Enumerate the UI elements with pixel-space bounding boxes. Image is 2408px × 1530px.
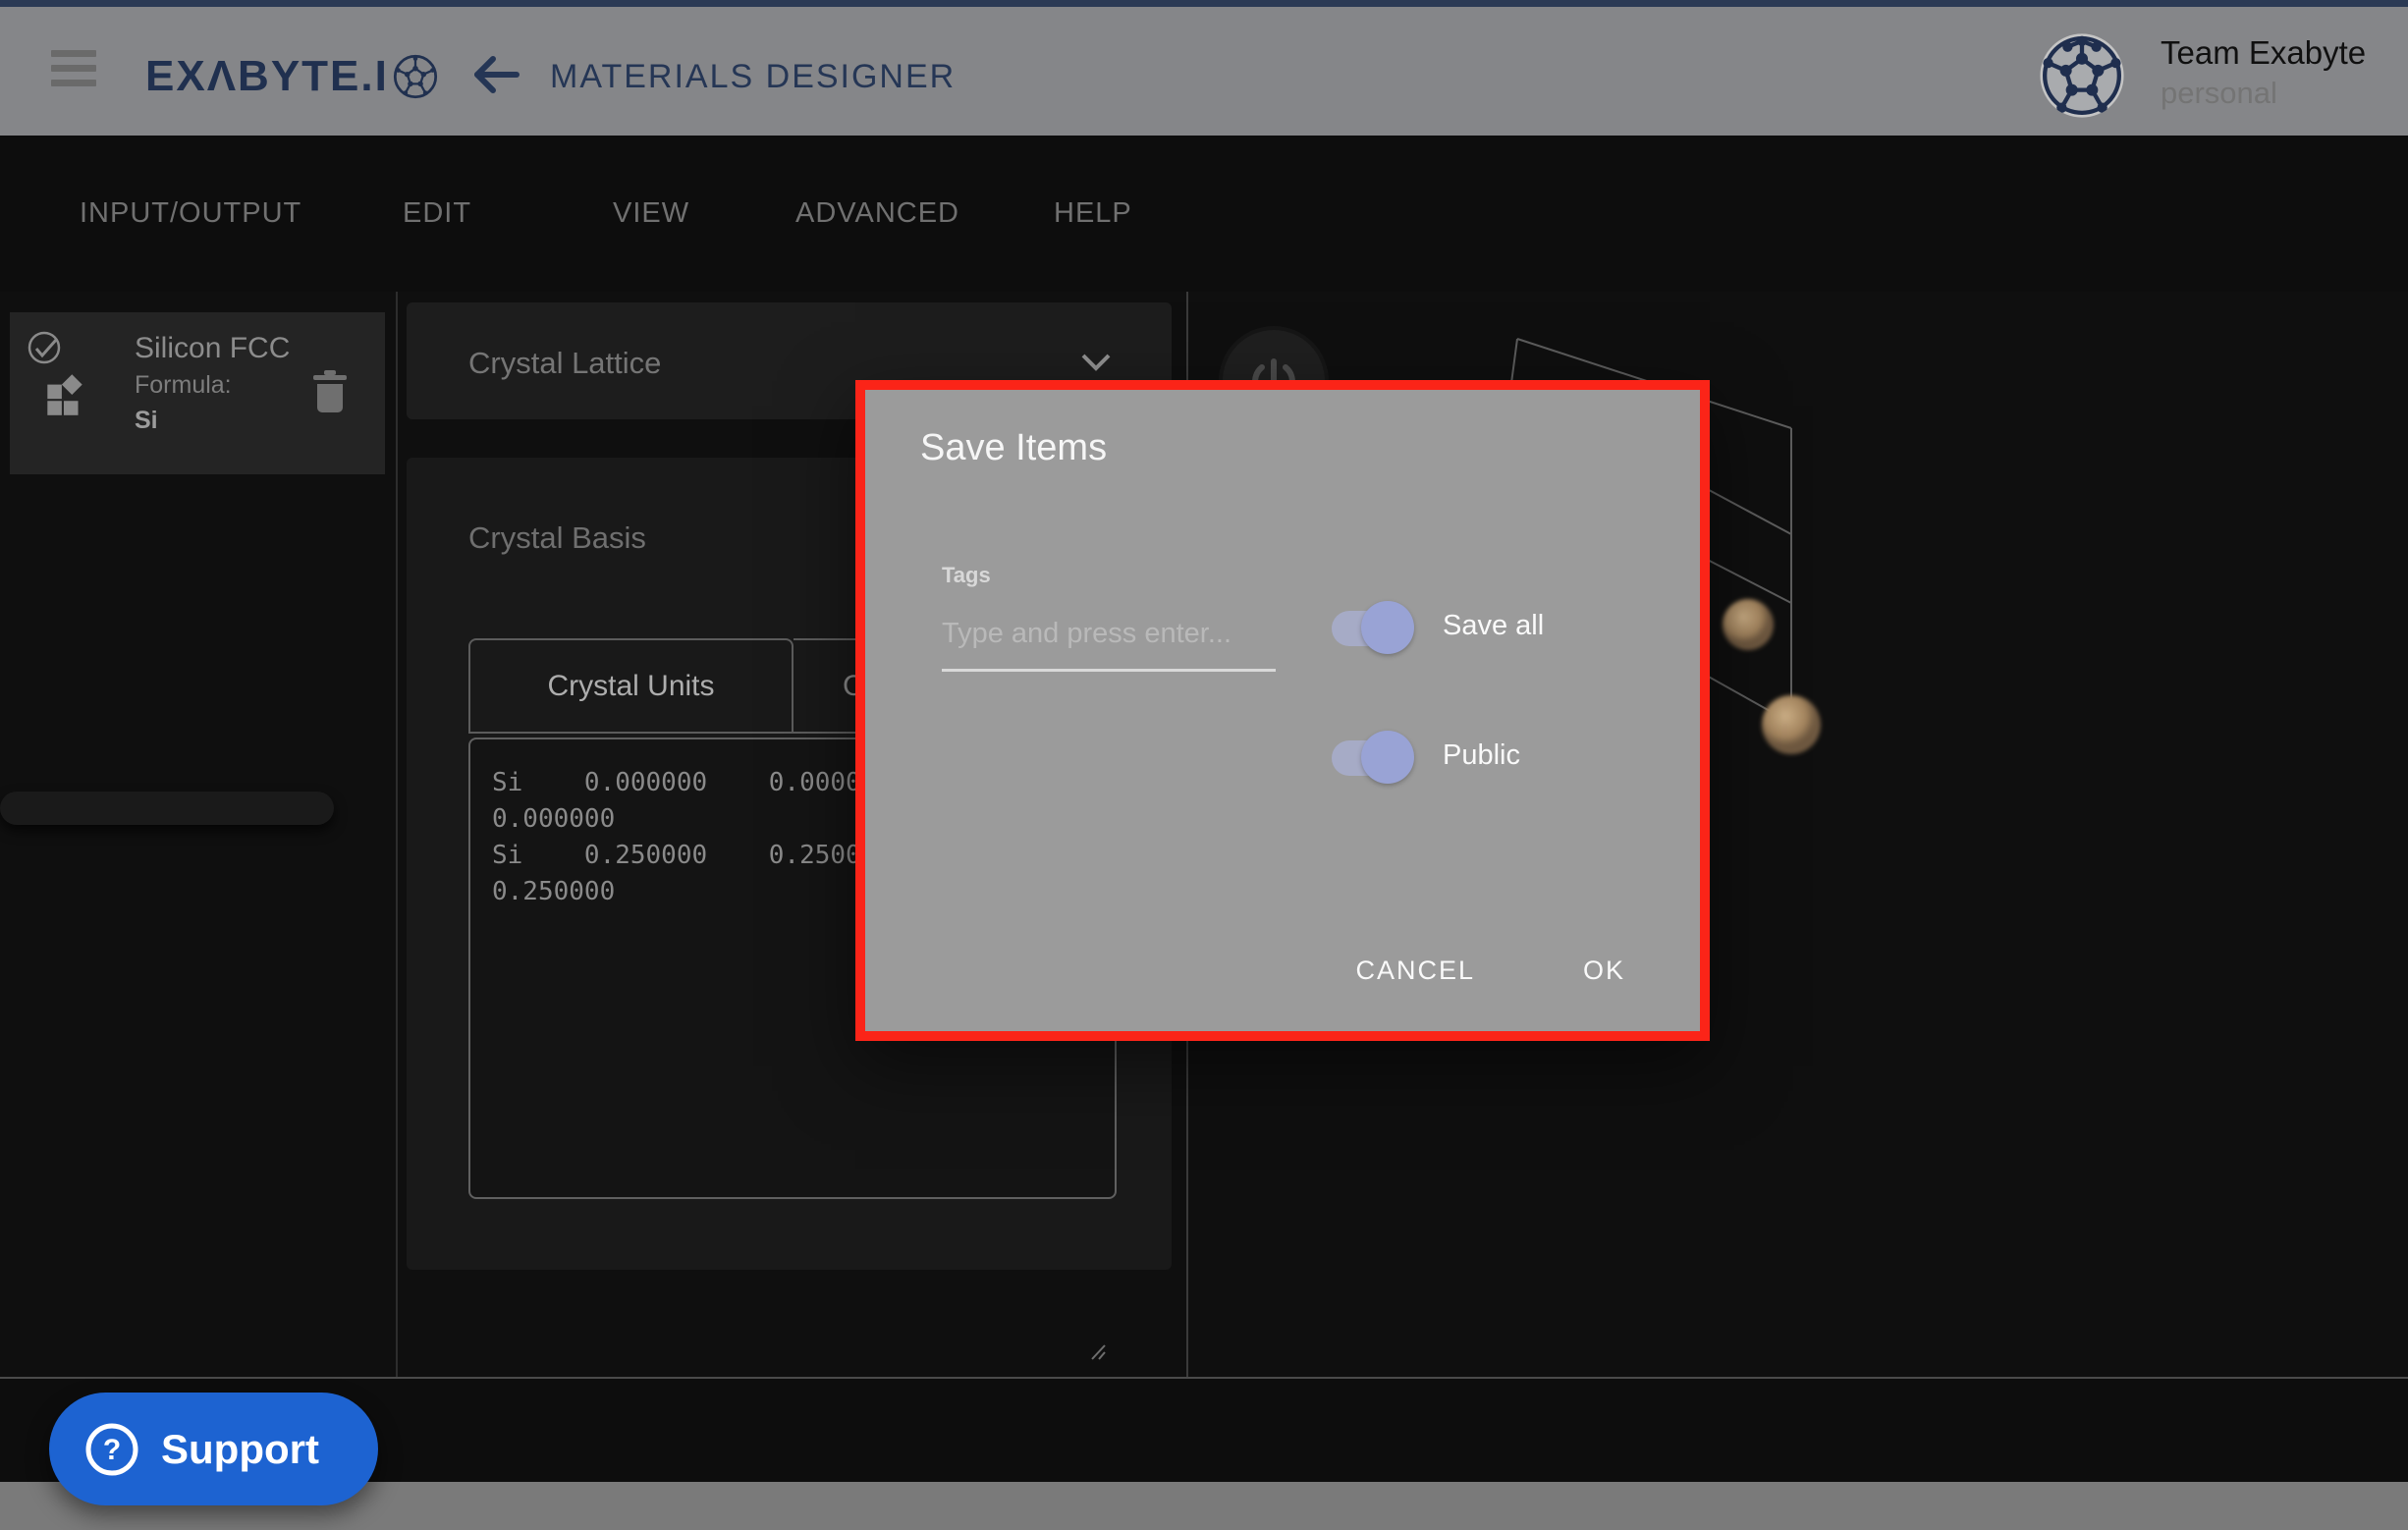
menu-view[interactable]: VIEW (613, 136, 689, 292)
material-formula-value: Si (135, 407, 158, 435)
top-accent-strip (0, 0, 2408, 7)
page-title: MATERIALS DESIGNER (550, 58, 956, 96)
tags-input[interactable] (942, 608, 1276, 659)
menu-help[interactable]: HELP (1054, 136, 1132, 292)
menu-advanced[interactable]: ADVANCED (795, 136, 959, 292)
textarea-resize-handle[interactable] (1088, 1342, 1110, 1362)
cancel-button[interactable]: CANCEL (1355, 956, 1475, 986)
back-arrow-icon[interactable] (469, 50, 522, 99)
public-toggle-knob[interactable] (1361, 731, 1414, 784)
atom-si-2 (1762, 695, 1821, 754)
user-avatar[interactable] (2040, 33, 2124, 118)
support-button[interactable]: ? Support (49, 1393, 378, 1505)
material-formula-label: Formula: (135, 371, 232, 400)
save-items-dialog: Save Items Tags Save all Public CANCEL O… (855, 380, 1710, 1041)
atom-si-1 (1723, 599, 1774, 650)
selected-check-icon (27, 331, 63, 366)
menu-bar: INPUT/OUTPUT EDIT VIEW ADVANCED HELP (0, 136, 2408, 292)
delete-trash-icon[interactable] (309, 367, 351, 414)
material-blocks-icon (39, 369, 90, 420)
logo-text: EXΛBYTE.I (145, 52, 389, 101)
material-title: Silicon FCC (135, 332, 290, 365)
sidebar-divider (396, 292, 398, 1377)
save-all-label: Save all (1443, 610, 1544, 642)
material-card[interactable]: Silicon FCC Formula: Si (10, 312, 385, 474)
sidebar-scroll-pill[interactable] (0, 792, 334, 825)
save-all-toggle-knob[interactable] (1361, 601, 1414, 654)
materials-designer-app: EXΛBYTE.I MATERIALS DESIGNER (0, 0, 2408, 1530)
menu-input-output[interactable]: INPUT/OUTPUT (80, 136, 301, 292)
dialog-title: Save Items (920, 427, 1107, 469)
crystal-lattice-title: Crystal Lattice (468, 346, 661, 381)
public-toggle-row: Public (1332, 730, 1656, 785)
menu-edit[interactable]: EDIT (403, 136, 471, 292)
chevron-down-icon[interactable] (1080, 354, 1112, 371)
hamburger-menu-icon[interactable] (51, 50, 96, 93)
header-bar: EXΛBYTE.I MATERIALS DESIGNER (0, 7, 2408, 136)
tab-crystal-units[interactable]: Crystal Units (468, 638, 794, 734)
dialog-actions: CANCEL OK (1355, 956, 1625, 986)
ok-button[interactable]: OK (1583, 956, 1625, 986)
tags-label: Tags (942, 563, 991, 588)
tags-input-underline (942, 669, 1276, 672)
question-circle-icon: ? (84, 1422, 139, 1477)
logo-ball-icon (393, 54, 438, 99)
user-context: personal (2161, 76, 2277, 111)
exabyte-logo[interactable]: EXΛBYTE.I (145, 52, 438, 101)
crystal-basis-title: Crystal Basis (468, 520, 646, 556)
public-label: Public (1443, 739, 1520, 772)
support-label: Support (161, 1426, 319, 1473)
svg-text:?: ? (103, 1434, 121, 1466)
user-name: Team Exabyte (2161, 34, 2366, 72)
save-all-toggle-row: Save all (1332, 600, 1656, 655)
